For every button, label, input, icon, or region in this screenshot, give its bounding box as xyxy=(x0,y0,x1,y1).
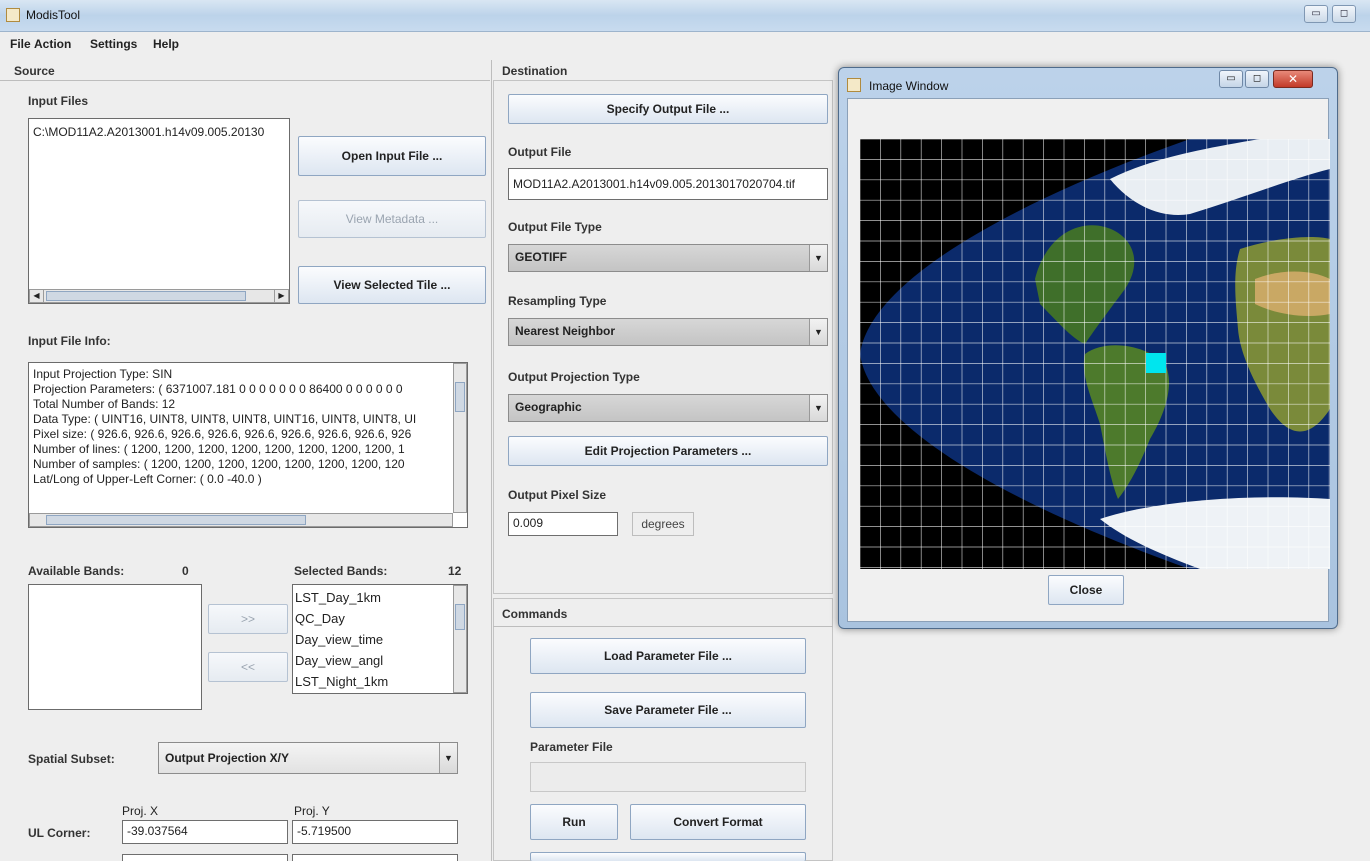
spatial-subset-value: Output Projection X/Y xyxy=(165,751,290,765)
scroll-thumb[interactable] xyxy=(46,291,246,301)
maximize-button[interactable]: ◻ xyxy=(1332,5,1356,23)
chevron-down-icon[interactable]: ▼ xyxy=(809,319,827,345)
output-file-type-label: Output File Type xyxy=(508,220,602,234)
band-item[interactable]: LST_Day_1km xyxy=(295,587,451,608)
selected-bands-label: Selected Bands: xyxy=(294,564,388,578)
output-file-type-dropdown[interactable]: GEOTIFF ▼ xyxy=(508,244,828,272)
proj-x-label: Proj. X xyxy=(122,804,159,818)
available-bands-list[interactable] xyxy=(28,584,202,710)
selected-bands-list[interactable]: LST_Day_1km QC_Day Day_view_time Day_vie… xyxy=(292,584,468,694)
modis-tile-map[interactable] xyxy=(860,139,1330,569)
resampling-type-dropdown[interactable]: Nearest Neighbor ▼ xyxy=(508,318,828,346)
band-item[interactable]: Day_view_angl xyxy=(295,650,451,671)
lr-y-input[interactable] xyxy=(292,854,458,861)
image-window-title: Image Window xyxy=(869,79,949,93)
image-window-minimize-button[interactable]: ▭ xyxy=(1219,70,1243,88)
pixel-unit-label: degrees xyxy=(632,512,694,536)
output-file-type-value: GEOTIFF xyxy=(515,250,567,264)
chevron-down-icon[interactable]: ▼ xyxy=(809,245,827,271)
output-projection-type-label: Output Projection Type xyxy=(508,370,640,384)
menu-bar: File Action Settings Help xyxy=(0,33,1370,55)
save-parameter-file-button[interactable]: Save Parameter File ... xyxy=(530,692,806,728)
output-file-label: Output File xyxy=(508,145,572,159)
band-item[interactable]: Day_view_time xyxy=(295,629,451,650)
menu-file[interactable]: File xyxy=(10,37,31,51)
selected-tile-marker[interactable] xyxy=(1146,353,1166,373)
info-hscroll[interactable] xyxy=(29,513,453,527)
input-file-item[interactable]: C:\MOD11A2.A2013001.h14v09.005.20130 xyxy=(29,119,289,146)
info-vscroll[interactable] xyxy=(453,363,467,513)
image-window: Image Window ▭ ◻ ✕ Close xyxy=(838,67,1338,629)
ul-corner-label: UL Corner: xyxy=(28,826,91,840)
output-pixel-size-input[interactable]: 0.009 xyxy=(508,512,618,536)
ul-y-input[interactable]: -5.719500 xyxy=(292,820,458,844)
info-line: Number of lines: ( 1200, 1200, 1200, 120… xyxy=(33,442,405,456)
info-line: Number of samples: ( 1200, 1200, 1200, 1… xyxy=(33,457,405,471)
convert-format-button[interactable]: Convert Format xyxy=(630,804,806,840)
view-selected-tile-button[interactable]: View Selected Tile ... xyxy=(298,266,486,304)
band-item[interactable]: QC_Day xyxy=(295,608,451,629)
available-bands-label: Available Bands: xyxy=(28,564,125,578)
extra-command-button[interactable] xyxy=(530,852,806,861)
output-projection-type-dropdown[interactable]: Geographic ▼ xyxy=(508,394,828,422)
source-panel-label: Source xyxy=(14,64,55,78)
info-line: Input Projection Type: SIN xyxy=(33,367,173,381)
resampling-type-value: Nearest Neighbor xyxy=(515,324,616,338)
parameter-file-label: Parameter File xyxy=(530,740,613,754)
info-line: Lat/Long of Upper-Left Corner: ( 0.0 -40… xyxy=(33,472,262,486)
open-input-file-button[interactable]: Open Input File ... xyxy=(298,136,486,176)
ul-x-input[interactable]: -39.037564 xyxy=(122,820,288,844)
parameter-file-input[interactable] xyxy=(530,762,806,792)
info-line: Pixel size: ( 926.6, 926.6, 926.6, 926.6… xyxy=(33,427,412,441)
band-item[interactable]: LST_Night_1km xyxy=(295,671,451,692)
spatial-subset-dropdown[interactable]: Output Projection X/Y ▼ xyxy=(158,742,458,774)
destination-panel-label: Destination xyxy=(502,64,568,78)
specify-output-file-button[interactable]: Specify Output File ... xyxy=(508,94,828,124)
run-button[interactable]: Run xyxy=(530,804,618,840)
view-metadata-button[interactable]: View Metadata ... xyxy=(298,200,486,238)
resampling-type-label: Resampling Type xyxy=(508,294,607,308)
proj-y-label: Proj. Y xyxy=(294,804,330,818)
load-parameter-file-button[interactable]: Load Parameter File ... xyxy=(530,638,806,674)
menu-action[interactable]: Action xyxy=(34,37,71,51)
info-line: Projection Parameters: ( 6371007.181 0 0… xyxy=(33,382,403,396)
lr-x-input[interactable] xyxy=(122,854,288,861)
selected-bands-count: 12 xyxy=(448,564,462,578)
spatial-subset-label: Spatial Subset: xyxy=(28,752,115,766)
info-line: Total Number of Bands: 12 xyxy=(33,397,176,411)
scroll-right-icon[interactable]: ▶ xyxy=(274,290,288,302)
output-pixel-size-label: Output Pixel Size xyxy=(508,488,607,502)
chevron-down-icon[interactable]: ▼ xyxy=(809,395,827,421)
input-file-info-label: Input File Info: xyxy=(28,334,111,348)
image-window-close-button[interactable]: Close xyxy=(1048,575,1124,605)
scroll-thumb[interactable] xyxy=(455,604,465,630)
edit-projection-parameters-button[interactable]: Edit Projection Parameters ... xyxy=(508,436,828,466)
java-app-icon xyxy=(6,8,20,22)
window-title: ModisTool xyxy=(26,8,81,22)
info-line: Data Type: ( UINT16, UINT8, UINT8, UINT8… xyxy=(33,412,417,426)
menu-help[interactable]: Help xyxy=(153,37,179,51)
chevron-down-icon[interactable]: ▼ xyxy=(439,743,457,773)
available-bands-count: 0 xyxy=(182,564,189,578)
scroll-thumb[interactable] xyxy=(46,515,306,525)
bands-vscroll[interactable] xyxy=(453,585,467,693)
menu-settings[interactable]: Settings xyxy=(90,37,137,51)
input-files-hscroll[interactable]: ◀ ▶ xyxy=(29,289,289,303)
input-files-label: Input Files xyxy=(28,94,88,108)
minimize-button[interactable]: ▭ xyxy=(1304,5,1328,23)
commands-panel-label: Commands xyxy=(502,607,568,621)
title-bar: ModisTool ▭ ◻ xyxy=(0,0,1370,32)
remove-band-button[interactable]: << xyxy=(208,652,288,682)
input-file-info-box[interactable]: Input Projection Type: SIN Projection Pa… xyxy=(28,362,468,528)
output-file-input[interactable]: MOD11A2.A2013001.h14v09.005.201301702070… xyxy=(508,168,828,200)
scroll-left-icon[interactable]: ◀ xyxy=(30,290,44,302)
image-window-close-icon[interactable]: ✕ xyxy=(1273,70,1313,88)
java-app-icon xyxy=(847,78,861,92)
input-files-list[interactable]: C:\MOD11A2.A2013001.h14v09.005.20130 ◀ ▶ xyxy=(28,118,290,304)
output-projection-type-value: Geographic xyxy=(515,400,582,414)
add-band-button[interactable]: >> xyxy=(208,604,288,634)
scroll-thumb[interactable] xyxy=(455,382,465,412)
image-window-maximize-button[interactable]: ◻ xyxy=(1245,70,1269,88)
image-window-content: Close xyxy=(847,98,1330,622)
